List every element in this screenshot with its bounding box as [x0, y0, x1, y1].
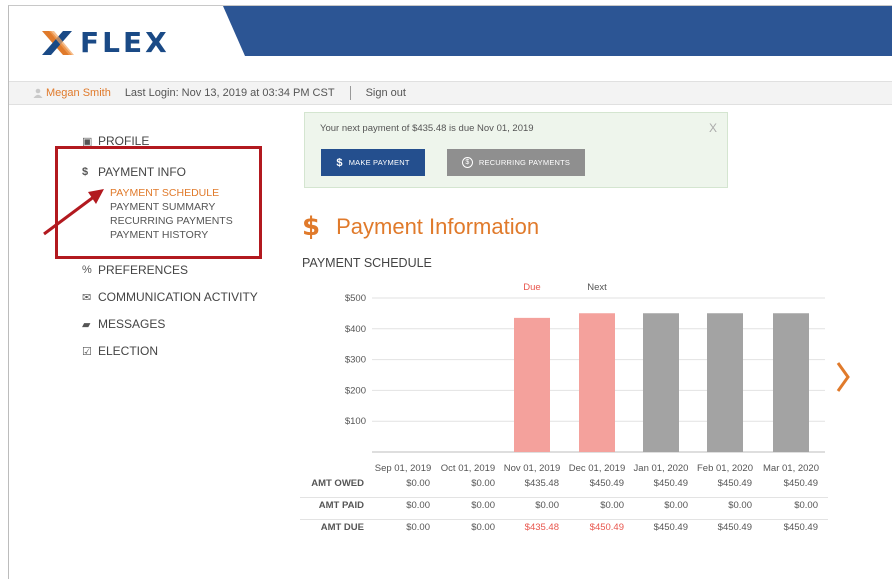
- table-cell: $450.49: [783, 522, 818, 533]
- sidebar-item-label: MESSAGES: [98, 317, 166, 331]
- dollar-icon: $: [302, 212, 321, 242]
- mail-icon: ✉: [82, 291, 92, 304]
- sidebar-item-preferences[interactable]: % PREFERENCES: [82, 263, 188, 277]
- sidebar-item-election[interactable]: ☑ ELECTION: [82, 344, 158, 358]
- table-cell: $450.49: [653, 522, 688, 533]
- chat-icon: ▰: [82, 318, 91, 331]
- checkbox-icon: ☑: [82, 345, 92, 358]
- percent-icon: %: [82, 264, 92, 276]
- payment-notice: Your next payment of $435.48 is due Nov …: [304, 112, 728, 188]
- recurring-payments-button[interactable]: $ RECURRING PAYMENTS: [447, 149, 585, 176]
- make-payment-label: MAKE PAYMENT: [348, 158, 410, 167]
- table-cell: $435.48: [524, 478, 559, 489]
- flex-logo[interactable]: FLEX: [40, 26, 170, 59]
- table-cell: $0.00: [664, 500, 688, 511]
- table-cell: $0.00: [471, 500, 495, 511]
- page-title-text: Payment Information: [336, 214, 540, 239]
- sign-out-link[interactable]: Sign out: [366, 87, 406, 99]
- recurring-payments-label: RECURRING PAYMENTS: [478, 158, 571, 167]
- userbar-divider: [349, 86, 351, 100]
- last-login-text: Last Login: Nov 13, 2019 at 03:34 PM CST: [124, 87, 335, 99]
- user-name-link[interactable]: Megan Smith: [46, 87, 111, 99]
- table-cell: $0.00: [535, 500, 559, 511]
- notice-text: Your next payment of $435.48 is due Nov …: [320, 123, 534, 134]
- logo-text: FLEX: [80, 26, 170, 59]
- table-cell: $0.00: [406, 500, 430, 511]
- table-cell: $0.00: [406, 522, 430, 533]
- table-row-label: AMT OWED: [311, 478, 364, 489]
- table-row-divider: [300, 519, 828, 520]
- table-cell: $0.00: [600, 500, 624, 511]
- table-cell: $0.00: [471, 522, 495, 533]
- dollar-icon: $: [336, 156, 343, 169]
- table-cell: $450.49: [717, 478, 752, 489]
- table-row-divider: [300, 497, 828, 498]
- table-cell: $450.49: [717, 522, 752, 533]
- table-cell: $450.49: [783, 478, 818, 489]
- annotation-arrow-icon: [43, 189, 104, 236]
- sidebar-item-communication-activity[interactable]: ✉ COMMUNICATION ACTIVITY: [82, 290, 258, 304]
- user-icon: [33, 88, 43, 98]
- close-icon[interactable]: X: [709, 121, 717, 135]
- table-cell: $450.49: [589, 478, 624, 489]
- sidebar-item-label: ELECTION: [98, 344, 159, 358]
- user-bar: Megan Smith Last Login: Nov 13, 2019 at …: [9, 81, 892, 105]
- sidebar-item-label: PREFERENCES: [98, 263, 189, 277]
- table-cell: $0.00: [406, 478, 430, 489]
- table-cell: $0.00: [794, 500, 818, 511]
- table-row-label: AMT PAID: [318, 500, 364, 511]
- sidebar-item-label: COMMUNICATION ACTIVITY: [98, 290, 258, 304]
- table-cell: $0.00: [728, 500, 752, 511]
- page-title: $ Payment Information: [302, 212, 539, 242]
- chevron-right-icon[interactable]: [836, 362, 850, 392]
- table-cell: $435.48: [524, 522, 559, 533]
- flex-x-icon: [42, 30, 74, 55]
- table-cell: $450.49: [653, 478, 688, 489]
- recurring-icon: $: [461, 157, 473, 168]
- section-subtitle: PAYMENT SCHEDULE: [302, 256, 432, 270]
- table-cell: $0.00: [471, 478, 495, 489]
- sidebar-item-messages[interactable]: ▰ MESSAGES: [82, 317, 165, 331]
- brand-band: [215, 6, 892, 56]
- table-cell: $450.49: [589, 522, 624, 533]
- table-row-label: AMT DUE: [320, 522, 364, 533]
- make-payment-button[interactable]: $ MAKE PAYMENT: [321, 149, 425, 176]
